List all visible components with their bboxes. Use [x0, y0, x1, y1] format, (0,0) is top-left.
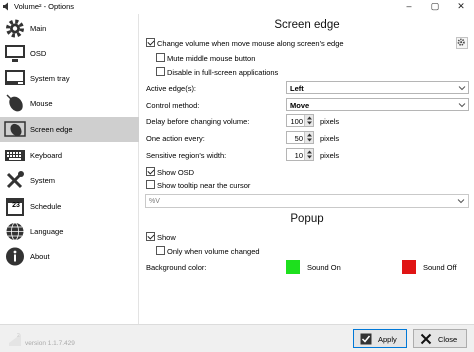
mouse-pointer-icon: [4, 121, 26, 137]
one-action-unit: pixels: [320, 134, 340, 143]
footer-bar: 2 version 1.1.7.429 Apply Close: [0, 324, 474, 352]
control-method-label: Control method:: [146, 101, 200, 110]
sound-on-label: Sound On: [307, 263, 341, 272]
sensitive-width-stepper[interactable]: 10: [286, 148, 314, 161]
sidebar-item-label: Language: [30, 227, 64, 236]
sidebar-item-label: Screen edge: [30, 125, 73, 134]
one-action-label: One action every:: [146, 134, 205, 143]
active-edges-label: Active edge(s):: [146, 84, 197, 93]
control-method-value: Move: [290, 101, 310, 110]
sound-off-color-swatch[interactable]: [402, 260, 416, 274]
monitor-icon: [5, 45, 25, 62]
sidebar-item-label: About: [30, 252, 50, 261]
delay-value: 100: [290, 117, 303, 126]
popup-heading: Popup: [290, 213, 324, 225]
show-tooltip-checkbox[interactable]: [146, 180, 155, 189]
sidebar-item-main[interactable]: Main: [0, 16, 139, 41]
disable-fullscreen-label: Disable in full-screen applications: [167, 68, 279, 77]
window-title: Volume² - Options: [14, 2, 75, 11]
disable-fullscreen-checkbox[interactable]: [156, 67, 165, 76]
change-volume-checkbox[interactable]: [146, 38, 155, 47]
content-panel: Screen edge Change volume when move mous…: [140, 14, 474, 324]
sidebar-item-mouse[interactable]: Mouse: [0, 91, 139, 116]
show-osd-label: Show OSD: [157, 168, 195, 177]
mute-middle-label: Mute middle mouse button: [167, 54, 256, 63]
title-bar: Volume² - Options – ▢ ✕: [0, 0, 474, 13]
close-label: Close: [438, 335, 458, 344]
active-edges-value: Left: [290, 84, 304, 93]
sidebar-item-system-tray[interactable]: System tray: [0, 66, 139, 91]
minimize-button[interactable]: –: [396, 0, 422, 13]
sidebar-item-label: Keyboard: [30, 151, 63, 160]
maximize-button[interactable]: ▢: [422, 0, 448, 13]
stepper-arrows[interactable]: [304, 149, 313, 160]
chevron-down-icon: [458, 86, 466, 91]
sidebar-item-label: System tray: [30, 74, 70, 83]
bg-color-label: Background color:: [146, 263, 207, 272]
gear-icon: [457, 38, 465, 46]
apply-label: Apply: [378, 335, 397, 344]
sidebar-item-label: System: [30, 176, 56, 185]
sensitive-width-unit: pixels: [320, 151, 340, 160]
sidebar-item-label: Schedule: [30, 202, 62, 211]
delay-label: Delay before changing volume:: [146, 117, 250, 126]
stepper-arrows[interactable]: [304, 132, 313, 143]
chevron-down-icon[interactable]: [457, 197, 465, 205]
change-volume-label: Change volume when move mouse along scre…: [157, 39, 344, 48]
delay-stepper[interactable]: 100: [286, 114, 314, 127]
popup-show-label: Show: [157, 233, 176, 242]
only-changed-label: Only when volume changed: [167, 247, 260, 256]
sensitive-width-value: 10: [294, 151, 303, 160]
edge-settings-button[interactable]: [456, 37, 468, 49]
one-action-value: 50: [294, 134, 303, 143]
svg-text:2: 2: [17, 333, 20, 339]
mute-middle-checkbox[interactable]: [156, 53, 165, 62]
screen-edge-heading: Screen edge: [274, 19, 340, 31]
tooltip-format-value: %V: [149, 198, 160, 205]
delay-unit: pixels: [320, 117, 340, 126]
gear-icon: [6, 19, 24, 38]
only-changed-checkbox[interactable]: [156, 246, 165, 255]
sidebar-item-label: Main: [30, 24, 47, 33]
tray-icon: [5, 70, 25, 85]
close-window-button[interactable]: ✕: [448, 0, 474, 13]
tools-icon: [6, 171, 24, 189]
sound-on-color-swatch[interactable]: [286, 260, 300, 274]
chevron-down-icon: [458, 103, 466, 108]
volume2-logo-icon: 2: [9, 333, 21, 346]
one-action-stepper[interactable]: 50: [286, 131, 314, 144]
updown-icon: [307, 150, 312, 159]
check-icon: [360, 333, 372, 345]
sidebar-item-keyboard[interactable]: Keyboard: [0, 143, 139, 168]
control-method-dropdown[interactable]: Move: [286, 98, 469, 111]
updown-icon: [307, 116, 312, 125]
stepper-arrows[interactable]: [304, 115, 313, 126]
sidebar-item-about[interactable]: About: [0, 244, 139, 269]
sidebar-item-language[interactable]: Language: [0, 219, 139, 244]
version-label: version 1.1.7.429: [25, 340, 75, 347]
show-tooltip-label: Show tooltip near the cursor: [157, 181, 251, 190]
speaker-icon: [3, 2, 8, 11]
sensitive-width-label: Sensitive region's width:: [146, 151, 227, 160]
sidebar-item-label: Mouse: [30, 99, 53, 108]
updown-icon: [307, 133, 312, 142]
apply-button[interactable]: Apply: [353, 329, 407, 348]
active-edges-dropdown[interactable]: Left: [286, 81, 469, 94]
info-icon: [6, 247, 24, 266]
show-osd-checkbox[interactable]: [146, 167, 155, 176]
sidebar-item-screen-edge[interactable]: Screen edge: [0, 117, 139, 142]
sidebar-item-osd[interactable]: OSD: [0, 41, 139, 66]
mouse-icon: [6, 94, 23, 112]
close-icon: [420, 333, 432, 345]
sidebar-item-system[interactable]: System: [0, 168, 139, 193]
sound-off-label: Sound Off: [423, 263, 457, 272]
calendar-day: 23: [12, 202, 20, 209]
keyboard-icon: [5, 150, 25, 161]
close-button[interactable]: Close: [413, 329, 467, 348]
popup-show-checkbox[interactable]: [146, 232, 155, 241]
globe-icon: [6, 222, 24, 241]
sidebar: Main OSD System tray Mouse Screen edge K…: [0, 14, 139, 324]
sidebar-item-label: OSD: [30, 49, 47, 58]
tooltip-format-input[interactable]: %V: [145, 194, 469, 208]
